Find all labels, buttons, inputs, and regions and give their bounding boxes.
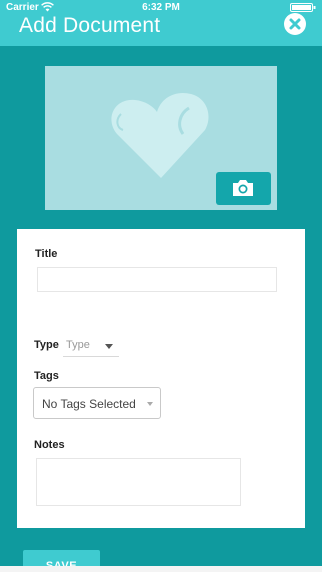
heart-icon xyxy=(111,92,209,178)
chevron-down-icon xyxy=(147,402,153,406)
close-button[interactable] xyxy=(284,13,306,35)
tags-label: Tags xyxy=(34,370,59,382)
type-select-value: Type xyxy=(66,339,90,351)
camera-icon xyxy=(233,180,253,196)
type-select[interactable]: Type xyxy=(63,336,119,357)
battery-icon xyxy=(290,3,316,12)
document-form: Title Type Type Tags No Tags Selected No… xyxy=(17,229,305,528)
header-bar: Carrier 6:32 PM Add Document xyxy=(0,0,322,46)
status-bar: Carrier 6:32 PM xyxy=(0,0,322,14)
document-image-area[interactable] xyxy=(45,66,277,210)
status-time: 6:32 PM xyxy=(142,2,180,13)
notes-label: Notes xyxy=(34,439,65,451)
tags-select-value: No Tags Selected xyxy=(42,397,136,411)
type-label: Type xyxy=(34,339,59,351)
chevron-down-icon xyxy=(105,344,113,349)
page-title: Add Document xyxy=(19,14,161,37)
camera-button[interactable] xyxy=(216,172,271,205)
title-input[interactable] xyxy=(37,267,277,292)
bottom-bar xyxy=(0,566,322,572)
title-label: Title xyxy=(35,248,58,260)
notes-input[interactable] xyxy=(36,458,241,506)
tags-select[interactable]: No Tags Selected xyxy=(33,387,161,419)
close-icon xyxy=(289,18,301,30)
